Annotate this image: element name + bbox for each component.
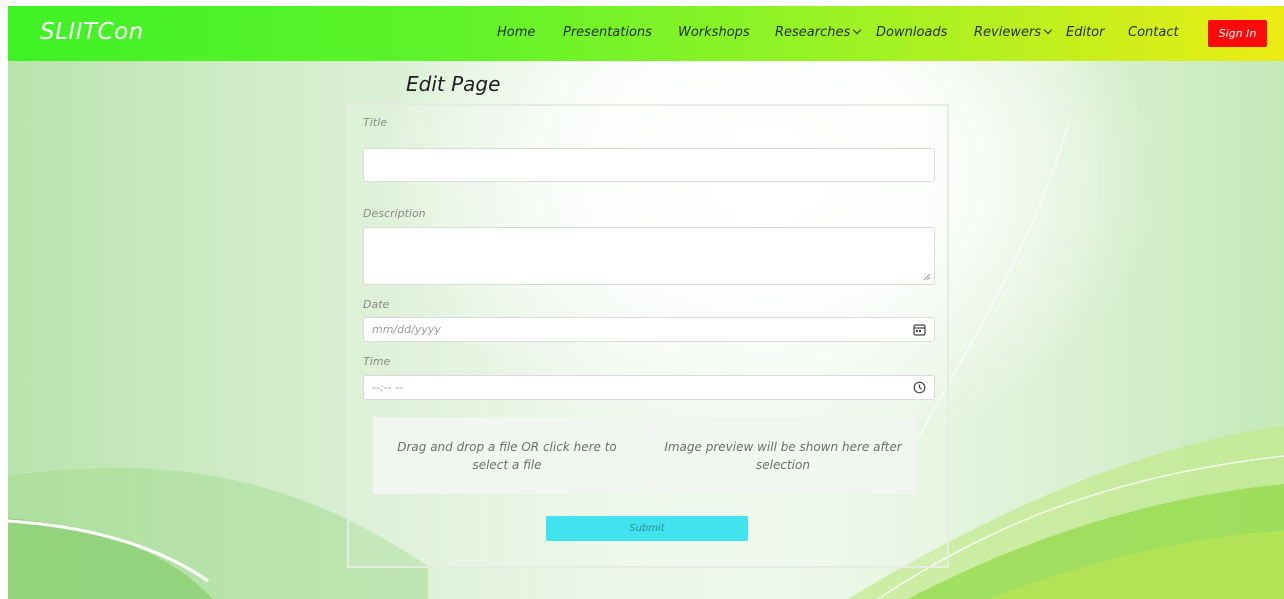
page-background: SLIITCon Home Presentations Workshops Re… xyxy=(8,6,1284,599)
description-label: Description xyxy=(363,207,426,220)
time-placeholder: --:-- -- xyxy=(372,381,404,394)
file-dropzone[interactable]: Drag and drop a file OR click here to se… xyxy=(373,417,641,494)
description-textarea[interactable] xyxy=(363,227,935,285)
nav-reviewers-label: Reviewers xyxy=(974,25,1042,40)
date-label: Date xyxy=(363,298,390,311)
edit-form: Title Description Date mm/dd/yyyy Time -… xyxy=(347,104,949,568)
title-input[interactable] xyxy=(363,148,935,182)
calendar-icon[interactable] xyxy=(913,323,926,336)
image-preview: Image preview will be shown here after s… xyxy=(649,417,917,494)
time-label: Time xyxy=(363,355,391,368)
date-placeholder: mm/dd/yyyy xyxy=(372,323,441,336)
nav-researches[interactable]: Researches xyxy=(775,25,862,40)
chevron-down-icon xyxy=(853,25,862,35)
nav-contact[interactable]: Contact xyxy=(1128,25,1179,40)
brand-logo[interactable]: SLIITCon xyxy=(40,19,144,45)
resize-handle-icon[interactable] xyxy=(923,273,931,281)
time-input[interactable]: --:-- -- xyxy=(363,375,935,400)
submit-button[interactable]: Submit xyxy=(546,516,748,541)
nav-workshops[interactable]: Workshops xyxy=(678,25,750,40)
date-input[interactable]: mm/dd/yyyy xyxy=(363,317,935,342)
nav-presentations[interactable]: Presentations xyxy=(563,25,652,40)
clock-icon[interactable] xyxy=(913,381,926,394)
nav-reviewers[interactable]: Reviewers xyxy=(974,25,1053,40)
sign-in-button[interactable]: Sign In xyxy=(1208,20,1267,47)
nav-editor[interactable]: Editor xyxy=(1066,25,1104,40)
title-label: Title xyxy=(363,116,387,129)
nav-home[interactable]: Home xyxy=(497,25,535,40)
page-title: Edit Page xyxy=(406,72,501,96)
top-navbar: SLIITCon Home Presentations Workshops Re… xyxy=(8,6,1284,61)
chevron-down-icon xyxy=(1043,25,1053,35)
nav-downloads[interactable]: Downloads xyxy=(876,25,947,40)
nav-researches-label: Researches xyxy=(775,25,851,40)
